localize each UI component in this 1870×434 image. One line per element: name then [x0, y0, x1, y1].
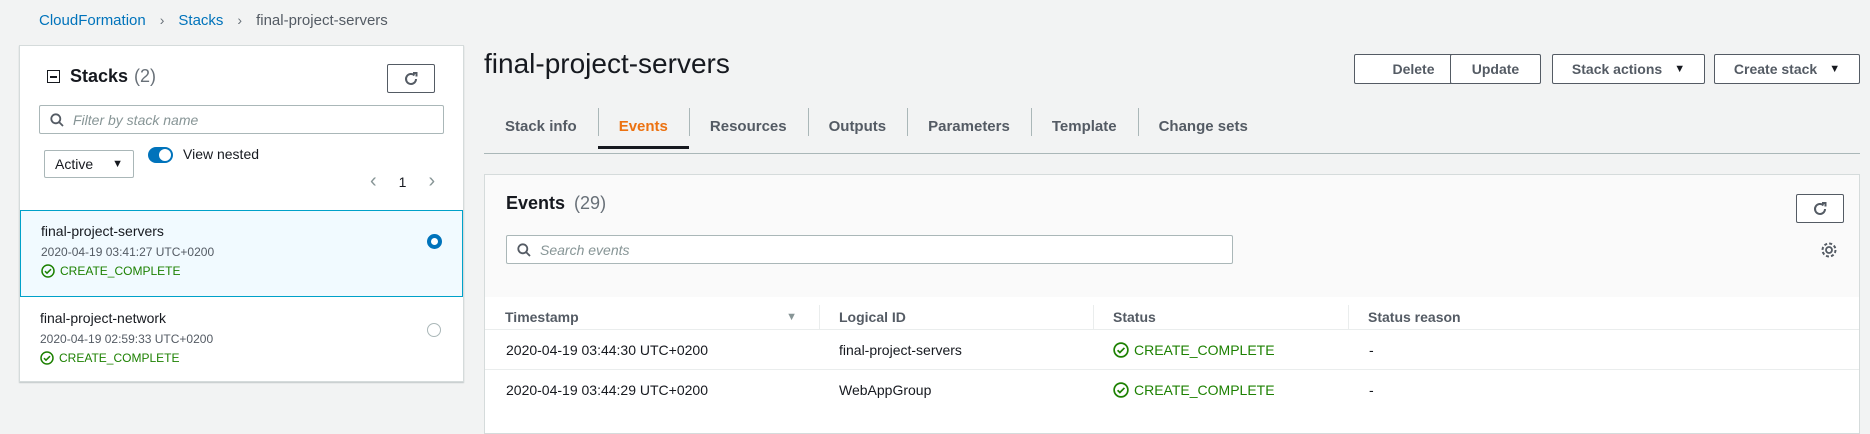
next-page-icon[interactable]: ›: [428, 170, 435, 193]
search-icon: [517, 242, 531, 257]
tab-parameters[interactable]: Parameters: [907, 104, 1031, 148]
refresh-icon: [405, 71, 418, 85]
events-refresh-button[interactable]: [1796, 194, 1844, 223]
event-logical-id: WebAppGroup: [839, 382, 932, 398]
stack-filter-input[interactable]: Filter by stack name: [39, 105, 444, 134]
search-icon: [50, 112, 64, 127]
stack-status-text: CREATE_COMPLETE: [59, 351, 180, 365]
stack-status: CREATE_COMPLETE: [40, 351, 443, 365]
event-status: CREATE_COMPLETE: [1113, 330, 1275, 370]
event-status-reason: -: [1369, 382, 1374, 398]
event-timestamp: 2020-04-19 03:44:29 UTC+0200: [506, 382, 708, 398]
create-stack-button[interactable]: Create stack ▼: [1714, 54, 1860, 84]
events-search-input[interactable]: Search events: [506, 235, 1233, 264]
stack-date: 2020-04-19 03:41:27 UTC+0200: [41, 245, 215, 259]
check-circle-icon: [40, 351, 54, 365]
tab-outputs[interactable]: Outputs: [807, 104, 908, 148]
events-count: (29): [574, 193, 607, 213]
event-status-reason: -: [1369, 342, 1374, 358]
pagination: ‹ 1 ›: [370, 170, 435, 193]
create-stack-label: Create stack: [1733, 61, 1818, 77]
event-status-text: CREATE_COMPLETE: [1134, 342, 1275, 358]
stack-name: final-project-network: [40, 310, 167, 326]
delete-button-label: Delete: [1392, 61, 1435, 77]
breadcrumb-current: final-project-servers: [256, 11, 388, 29]
stack-radio[interactable]: [427, 323, 441, 337]
stack-date: 2020-04-19 02:59:33 UTC+0200: [40, 332, 214, 346]
event-timestamp: 2020-04-19 03:44:30 UTC+0200: [506, 342, 708, 358]
stack-actions-label: Stack actions: [1571, 61, 1663, 77]
update-button-label: Update: [1471, 61, 1520, 77]
status-filter-value: Active: [55, 156, 94, 172]
sort-caret-icon: ▼: [786, 311, 797, 323]
stack-status-text: CREATE_COMPLETE: [60, 264, 181, 278]
event-status: CREATE_COMPLETE: [1113, 370, 1275, 410]
column-header-status-reason-label: Status reason: [1368, 309, 1461, 325]
status-filter-select[interactable]: Active ▼: [44, 150, 134, 178]
caret-down-icon: ▼: [1829, 63, 1841, 75]
stacks-count: (2): [134, 66, 157, 86]
event-logical-id: final-project-servers: [839, 342, 962, 358]
stacks-panel-title: Stacks (2): [47, 66, 156, 87]
events-title-text: Events: [506, 193, 566, 213]
stack-radio-selected[interactable]: [427, 234, 442, 249]
tab-template[interactable]: Template: [1030, 104, 1138, 148]
stack-status: CREATE_COMPLETE: [41, 264, 442, 278]
tab-events[interactable]: Events: [597, 104, 690, 149]
refresh-icon: [1814, 201, 1827, 215]
tab-resources[interactable]: Resources: [688, 104, 808, 148]
chevron-right-icon: ›: [237, 12, 243, 28]
collapse-icon[interactable]: [47, 70, 60, 83]
breadcrumb: CloudFormation › Stacks › final-project-…: [39, 10, 388, 30]
view-nested-toggle[interactable]: [148, 147, 173, 163]
tab-change-sets[interactable]: Change sets: [1137, 104, 1269, 148]
breadcrumb-stacks-link[interactable]: Stacks: [178, 12, 223, 29]
events-panel: Events (29) Search events Timestamp ▼ Lo…: [484, 174, 1860, 434]
tab-stack-info[interactable]: Stack info: [484, 104, 598, 148]
column-header-timestamp-label: Timestamp: [505, 309, 579, 325]
column-header-status-label: Status: [1113, 309, 1156, 325]
stacks-panel: Stacks (2) Filter by stack name Active ▼…: [19, 45, 464, 382]
page-title: final-project-servers: [484, 48, 730, 79]
column-header-logical-id-label: Logical ID: [839, 309, 906, 325]
events-search-placeholder: Search events: [540, 241, 630, 258]
event-status-text: CREATE_COMPLETE: [1134, 382, 1275, 398]
stack-actions-button[interactable]: Stack actions ▼: [1552, 54, 1705, 84]
table-row[interactable]: 2020-04-19 03:44:29 UTC+0200 WebAppGroup…: [485, 369, 1859, 410]
caret-down-icon: ▼: [112, 158, 123, 170]
update-button[interactable]: Update: [1450, 54, 1541, 84]
breadcrumb-cloudformation-link[interactable]: CloudFormation: [39, 12, 146, 29]
check-circle-icon: [1113, 382, 1129, 398]
settings-gear-icon[interactable]: [1820, 241, 1838, 264]
caret-down-icon: ▼: [1674, 63, 1686, 75]
check-circle-icon: [41, 264, 55, 278]
stacks-title-text: Stacks: [70, 66, 129, 86]
current-page[interactable]: 1: [399, 174, 407, 190]
chevron-right-icon: ›: [159, 12, 165, 28]
check-circle-icon: [1113, 342, 1129, 358]
stack-list-item[interactable]: final-project-servers 2020-04-19 03:41:2…: [20, 210, 463, 297]
table-row[interactable]: 2020-04-19 03:44:30 UTC+0200 final-proje…: [485, 329, 1859, 370]
view-nested-label: View nested: [183, 146, 260, 162]
events-title: Events (29): [506, 193, 606, 214]
prev-page-icon[interactable]: ‹: [370, 170, 377, 193]
stack-name: final-project-servers: [41, 223, 164, 239]
stack-tabs: Stack info Events Resources Outputs Para…: [484, 108, 1860, 154]
stacks-refresh-button[interactable]: [387, 64, 435, 93]
stack-list-item[interactable]: final-project-network 2020-04-19 02:59:3…: [20, 298, 463, 382]
stack-filter-placeholder: Filter by stack name: [73, 111, 199, 128]
